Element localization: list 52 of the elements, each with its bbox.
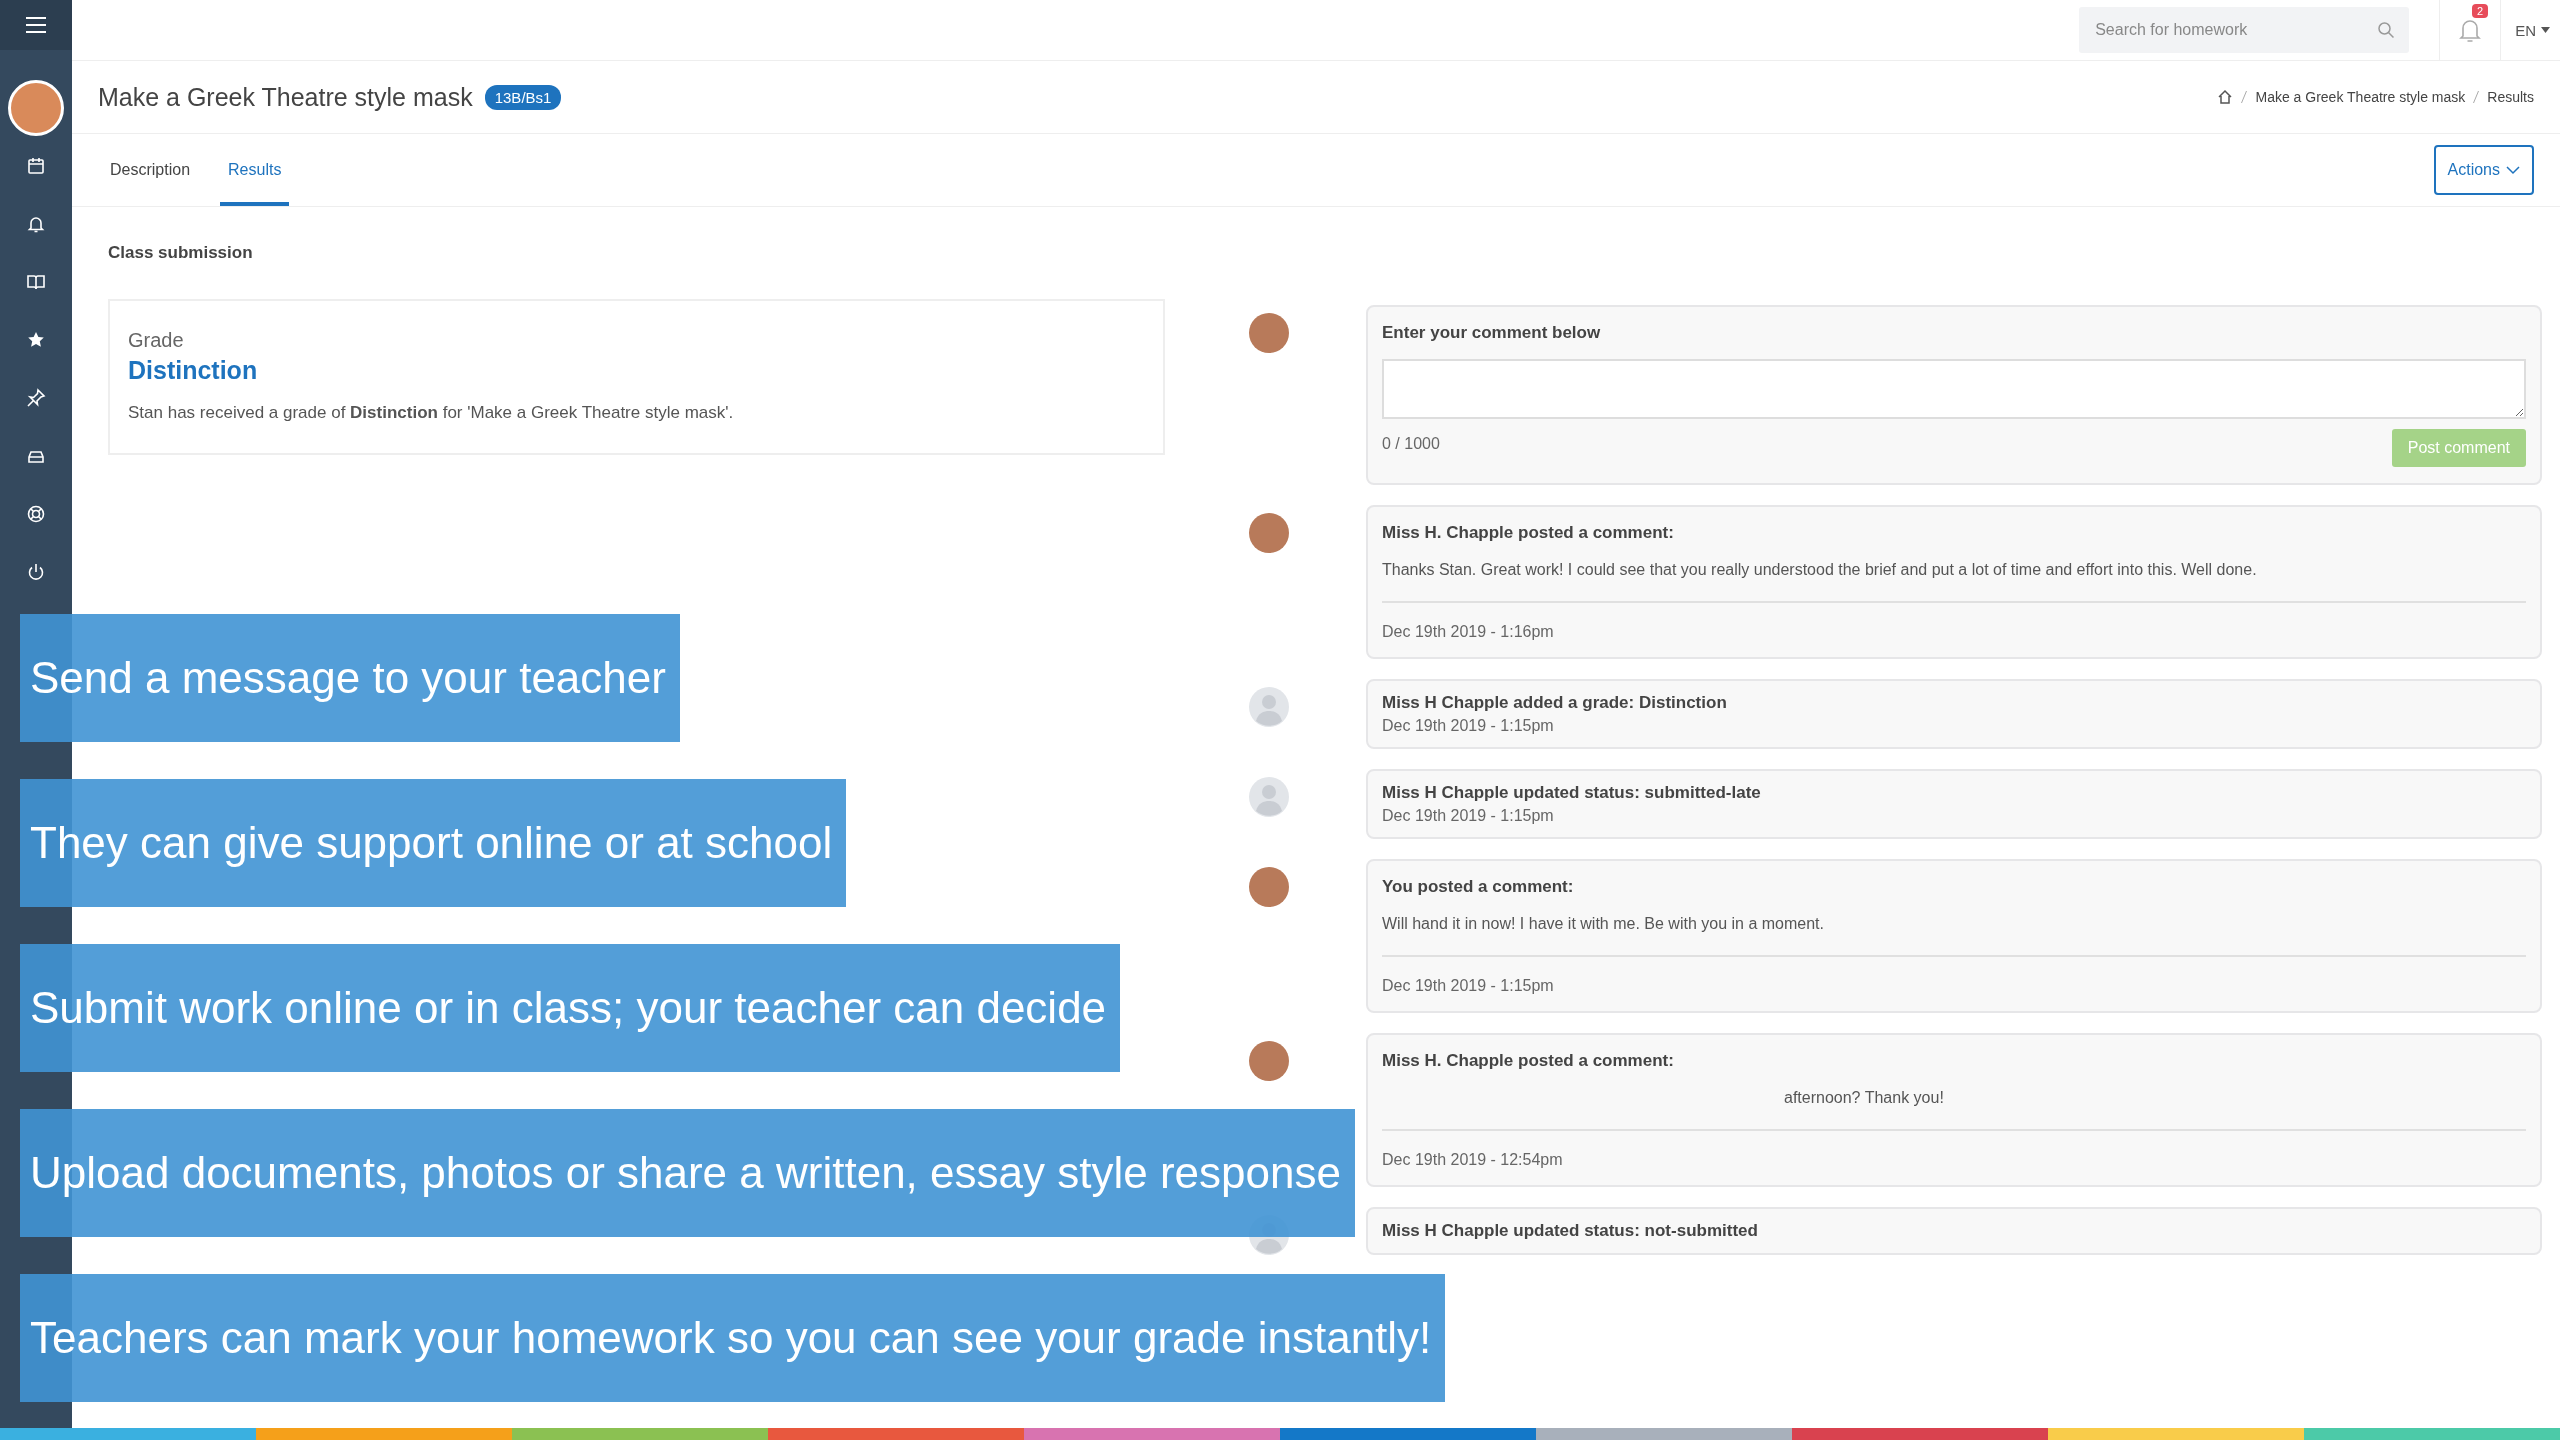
caption-banner: Teachers can mark your homework so you can see your grade instantly! [20,1274,1446,1402]
chevron-icon [2506,165,2520,175]
activity-title: Miss H. Chapple posted a comment: [1382,1051,1675,1071]
caption-banner: Send a message to your teacher [20,614,680,742]
tab[interactable]: Description [102,134,199,206]
comment-input[interactable] [1382,359,2526,419]
caption-banner: Upload documents, photos or share a written, essay style response [20,1109,1355,1237]
activity-title: Miss H Chapple updated status: not-submitted [1382,1221,1759,1241]
actions-dropdown[interactable]: Actions [2433,145,2534,195]
user-avatar[interactable] [8,80,64,136]
activity-title: Miss H. Chapple posted a comment: [1382,523,1675,543]
breadcrumb-separator-icon [2241,91,2248,103]
notification-count: 2 [2472,4,2489,18]
character-counter: 0 / 1000 [1382,435,1440,453]
class-badge: 13B/Bs1 [484,84,562,110]
tab[interactable]: Results [220,134,290,206]
book-icon[interactable] [26,272,46,292]
comment-form-label: Enter your comment below [1382,323,1602,343]
timestamp: Dec 19th 2019 - 12:54pm [1382,1151,1564,1169]
comment-text: Will hand it in now! I have it with me. Be with you in a moment. [1382,915,1825,933]
comment-text: Thanks Stan. Great work! I could see that you really understood the brief and put a lot of time and effort into this. Well done. [1382,561,2258,579]
timestamp: Dec 19th 2019 - 1:15pm [1382,977,1555,995]
user-avatar [1249,313,1289,353]
breadcrumb-link[interactable]: Make a Greek Theatre style mask [2255,89,2466,105]
search-icon [2377,21,2396,39]
bell-icon[interactable] [26,214,46,234]
caption-banner: They can give support online or at school [20,779,847,907]
home-icon[interactable] [2217,89,2234,105]
breadcrumb-current: Results [2487,89,2534,105]
caption-banner: Submit work online or in class; your teacher can decide [20,944,1121,1072]
caret-icon [2541,27,2550,33]
activity-title: Miss H Chapple updated status: submitted-late [1382,783,1762,803]
timestamp: Dec 19th 2019 - 1:16pm [1382,623,1555,641]
lifebuoy-icon[interactable] [26,504,46,524]
menu-icon [25,16,47,34]
activity-title: You posted a comment: [1382,877,1575,897]
activity-title: Miss H Chapple added a grade: Distinction [1382,693,1728,713]
language-selector[interactable]: EN [2501,21,2560,39]
page-title: Make a Greek Theatre style mask [98,82,473,112]
grade-description: Stan has received a grade of Distinction for 'Make a Greek Theatre style mask'. [128,403,735,423]
timestamp: Dec 19th 2019 - 1:15pm [1382,717,1555,735]
section-title: Class submission [108,243,254,263]
grade-label: Grade [128,329,185,352]
breadcrumb-separator-icon [2473,91,2480,103]
search-field[interactable]: Search for homework [2079,7,2410,53]
calendar-icon[interactable] [26,156,46,176]
pin-icon[interactable] [26,388,46,408]
timestamp: Dec 19th 2019 - 1:15pm [1382,807,1555,825]
comment-text: afternoon? Thank you! [1783,1089,1945,1107]
grade-value: Distinction [128,356,259,385]
power-icon[interactable] [26,562,46,582]
menu-button[interactable] [0,0,72,50]
